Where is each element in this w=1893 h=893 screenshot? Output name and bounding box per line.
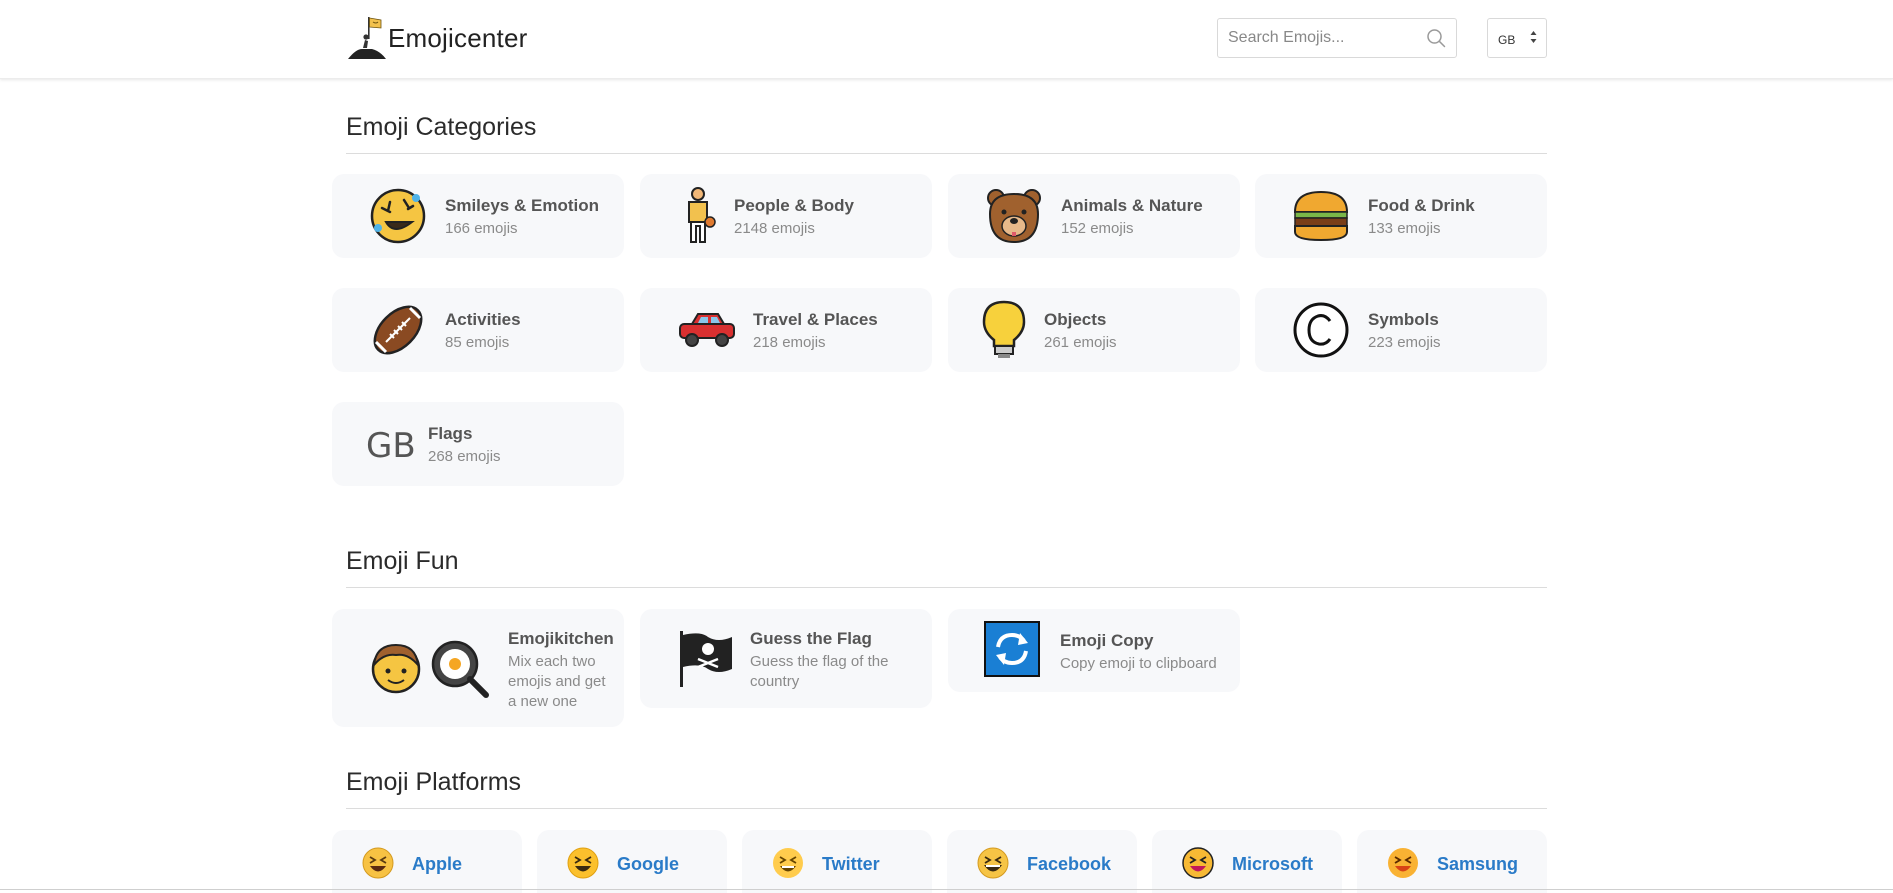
- category-card-food[interactable]: Food & Drink 133 emojis: [1255, 174, 1547, 258]
- search-input[interactable]: [1218, 19, 1418, 57]
- category-name: Smileys & Emotion: [445, 196, 599, 215]
- category-count: 152 emojis: [1061, 220, 1134, 237]
- red-car-icon: [679, 313, 735, 347]
- squinting-face-icon: [567, 847, 599, 879]
- light-bulb-icon: [982, 300, 1026, 358]
- bear-face-icon: [987, 189, 1041, 244]
- category-card-travel[interactable]: Travel & Places 218 emojis: [640, 288, 932, 372]
- category-card-objects[interactable]: Objects 261 emojis: [948, 288, 1240, 372]
- platform-name: Apple: [412, 854, 463, 874]
- category-count: 268 emojis: [428, 448, 501, 465]
- squinting-face-icon: [1388, 848, 1418, 878]
- category-card-symbols[interactable]: Symbols 223 emojis: [1255, 288, 1547, 372]
- site-header: Emojicenter GB: [0, 0, 1893, 79]
- platform-google[interactable]: Google: [537, 830, 727, 893]
- pirate-flag-icon: [680, 631, 732, 687]
- american-football-icon: [373, 305, 423, 355]
- fun-name: Guess the Flag: [750, 629, 872, 648]
- platform-apple[interactable]: Apple: [332, 830, 522, 893]
- fun-title: Emoji Fun: [346, 547, 459, 575]
- search-box: [1217, 18, 1457, 58]
- language-value: GB: [1498, 33, 1516, 47]
- squinting-face-icon: [977, 847, 1009, 879]
- category-count: 2148 emojis: [734, 220, 815, 237]
- refresh-arrows-icon: [984, 621, 1040, 677]
- platform-facebook[interactable]: Facebook: [947, 830, 1137, 893]
- search-icon[interactable]: [1426, 28, 1446, 48]
- select-arrows-icon: [1530, 31, 1537, 43]
- fun-divider: [346, 587, 1547, 588]
- platforms-divider: [346, 808, 1547, 809]
- frying-pan-icon: [431, 640, 489, 698]
- categories-title: Emoji Categories: [346, 113, 537, 141]
- squinting-face-icon: [773, 848, 803, 878]
- person-basketball-icon: [688, 187, 716, 243]
- hamburger-icon: [1293, 190, 1349, 242]
- category-name: Symbols: [1368, 310, 1439, 329]
- category-count: 261 emojis: [1044, 334, 1117, 351]
- flag-code-icon: GB: [366, 426, 416, 466]
- category-count: 85 emojis: [445, 334, 510, 351]
- category-name: Flags: [428, 424, 473, 443]
- category-name: Travel & Places: [753, 310, 878, 329]
- fun-description: Mix each two emojis and get a new one: [508, 653, 606, 710]
- category-name: Objects: [1044, 310, 1107, 329]
- category-name: Activities: [445, 310, 521, 329]
- fun-name: Emojikitchen: [508, 629, 614, 648]
- brand-name: Emojicenter: [388, 22, 528, 53]
- category-name: People & Body: [734, 196, 854, 215]
- category-name: Animals & Nature: [1061, 196, 1203, 215]
- category-name: Food & Drink: [1368, 196, 1475, 215]
- category-count: 223 emojis: [1368, 334, 1441, 351]
- platform-name: Google: [617, 854, 679, 874]
- category-count: 218 emojis: [753, 334, 826, 351]
- category-count: 133 emojis: [1368, 220, 1441, 237]
- squinting-face-icon: [1182, 847, 1214, 879]
- copyright-symbol-icon: [1293, 302, 1349, 358]
- category-card-smileys[interactable]: Smileys & Emotion 166 emojis: [332, 174, 624, 258]
- fun-card-emoji-copy[interactable]: Emoji Copy Copy emoji to clipboard: [948, 609, 1240, 692]
- platform-name: Samsung: [1437, 854, 1519, 874]
- category-card-flags[interactable]: GB Flags 268 emojis: [332, 402, 624, 486]
- rolling-laughing-face-icon: [370, 188, 426, 244]
- platform-name: Facebook: [1027, 854, 1112, 874]
- categories-divider: [346, 153, 1547, 154]
- viewport-bottom-border: [0, 889, 1893, 890]
- language-select[interactable]: GB: [1487, 18, 1547, 58]
- platform-microsoft[interactable]: Microsoft: [1152, 830, 1342, 893]
- boy-face-icon: [371, 643, 421, 694]
- fun-card-emojikitchen[interactable]: Emojikitchen Mix each two emojis and get…: [332, 609, 624, 727]
- platforms-title: Emoji Platforms: [346, 768, 522, 796]
- summit-flag-logo-icon: [348, 17, 386, 59]
- fun-card-guess-flag[interactable]: Guess the Flag Guess the flag of the cou…: [640, 609, 932, 708]
- platform-name: Twitter: [822, 854, 880, 874]
- category-card-people[interactable]: People & Body 2148 emojis: [640, 174, 932, 258]
- fun-name: Emoji Copy: [1060, 631, 1154, 650]
- brand-link[interactable]: Emojicenter: [346, 14, 527, 62]
- category-card-activities[interactable]: Activities 85 emojis: [332, 288, 624, 372]
- fun-description: Copy emoji to clipboard: [1060, 655, 1217, 672]
- category-card-animals[interactable]: Animals & Nature 152 emojis: [948, 174, 1240, 258]
- platform-name: Microsoft: [1232, 854, 1313, 874]
- squinting-face-icon: [362, 847, 394, 879]
- category-count: 166 emojis: [445, 220, 518, 237]
- platform-samsung[interactable]: Samsung: [1357, 830, 1547, 893]
- fun-description: Guess the flag of the country: [750, 653, 889, 690]
- platform-twitter[interactable]: Twitter: [742, 830, 932, 893]
